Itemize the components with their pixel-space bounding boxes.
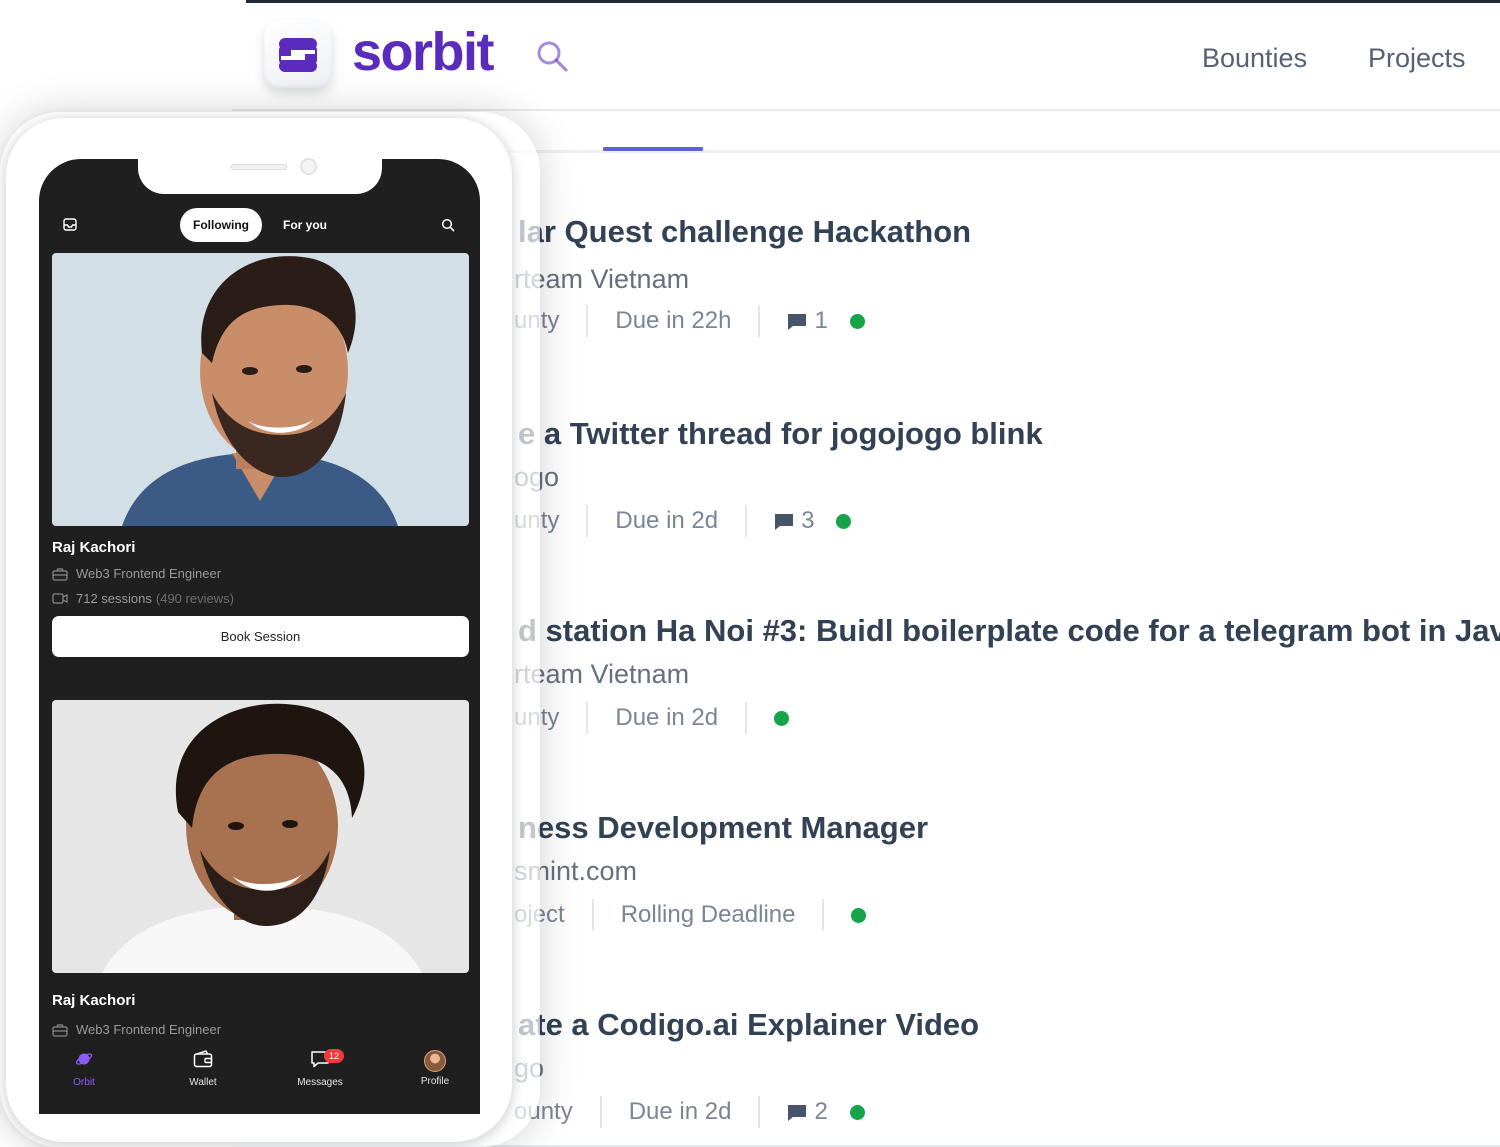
comment-count-value: 1 bbox=[814, 307, 828, 334]
listing-sponsor: rteam Vietnam bbox=[514, 264, 690, 294]
role-text: Web3 Frontend Engineer bbox=[76, 1022, 222, 1037]
mentor-role: Web3 Frontend Engineer bbox=[52, 566, 221, 581]
active-tab-indicator bbox=[603, 147, 703, 151]
divider bbox=[586, 702, 589, 734]
comment-count-value: 2 bbox=[814, 1098, 828, 1125]
avatar bbox=[424, 1050, 446, 1072]
nav-messages[interactable]: Messages bbox=[280, 1050, 360, 1088]
mentor-name[interactable]: Raj Kachori bbox=[52, 992, 135, 1009]
site-header: sorbit Bounties Projects bbox=[232, 3, 1500, 111]
comment-icon bbox=[788, 313, 807, 330]
tab-for-you[interactable]: For you bbox=[283, 218, 327, 232]
listing-meta: unty Due in 2d bbox=[514, 701, 790, 735]
divider bbox=[591, 899, 594, 931]
nav-orbit[interactable]: Orbit bbox=[44, 1050, 124, 1088]
portrait-illustration bbox=[122, 256, 398, 526]
listing-title[interactable]: ness Development Manager bbox=[518, 810, 928, 846]
listing-meta: unty Due in 2d 3 bbox=[514, 504, 852, 538]
listing-meta: oject Rolling Deadline bbox=[514, 898, 867, 932]
status-dot-icon bbox=[849, 313, 865, 329]
listing-due: Rolling Deadline bbox=[620, 901, 796, 928]
listing-title[interactable]: lar Quest challenge Hackathon bbox=[518, 214, 971, 250]
comment-icon bbox=[788, 1104, 807, 1121]
profile-photo[interactable] bbox=[52, 253, 469, 526]
listing-title[interactable]: d station Ha Noi #3: Buidl boilerplate c… bbox=[518, 613, 1500, 649]
divider bbox=[758, 1096, 761, 1128]
nav-label: Profile bbox=[420, 1076, 450, 1087]
tab-following[interactable]: Following bbox=[180, 208, 262, 242]
briefcase-icon bbox=[52, 1023, 68, 1037]
sorbit-logo-icon bbox=[279, 38, 317, 72]
listing-meta: ounty Due in 2d 2 bbox=[514, 1095, 865, 1129]
divider bbox=[586, 305, 589, 337]
status-dot-icon bbox=[836, 513, 852, 529]
portrait-illustration bbox=[102, 703, 422, 973]
comment-count-value: 3 bbox=[801, 507, 815, 534]
nav-label: Messages bbox=[297, 1077, 343, 1088]
role-text: Web3 Frontend Engineer bbox=[76, 566, 222, 581]
profile-photo[interactable] bbox=[52, 700, 469, 973]
divider bbox=[599, 1096, 602, 1128]
listing-meta: unty Due in 22h 1 bbox=[514, 304, 865, 338]
unread-badge: 12 bbox=[324, 1049, 344, 1063]
status-dot-icon bbox=[851, 907, 867, 923]
comment-count[interactable]: 2 bbox=[787, 1098, 828, 1126]
reviews-count: (490 reviews) bbox=[155, 591, 234, 606]
nav-bounties[interactable]: Bounties bbox=[1202, 43, 1307, 74]
inbox-icon[interactable] bbox=[63, 218, 77, 231]
nav-wallet[interactable]: Wallet bbox=[163, 1050, 243, 1088]
divider bbox=[758, 305, 761, 337]
mentor-role: Web3 Frontend Engineer bbox=[52, 1022, 221, 1037]
nav-label: Wallet bbox=[189, 1077, 217, 1088]
listing-title[interactable]: e a Twitter thread for jogojogo blink bbox=[518, 416, 1043, 452]
nav-profile[interactable]: Profile bbox=[395, 1050, 475, 1087]
mentor-sessions: 712 sessions (490 reviews) bbox=[52, 591, 234, 606]
comment-count[interactable]: 1 bbox=[787, 307, 828, 335]
search-icon[interactable] bbox=[441, 218, 455, 232]
status-dot-icon bbox=[849, 1104, 865, 1120]
front-camera bbox=[300, 158, 317, 175]
divider bbox=[745, 505, 748, 537]
listing-title[interactable]: ate a Codigo.ai Explainer Video bbox=[518, 1007, 979, 1043]
book-session-button[interactable]: Book Session bbox=[52, 616, 469, 657]
listing-due: Due in 2d bbox=[628, 1098, 732, 1125]
status-dot-icon bbox=[774, 710, 790, 726]
comment-count[interactable]: 3 bbox=[774, 507, 814, 535]
divider bbox=[745, 702, 748, 734]
video-icon bbox=[52, 593, 68, 604]
briefcase-icon bbox=[52, 567, 68, 581]
search-icon[interactable] bbox=[535, 39, 569, 73]
listing-due: Due in 2d bbox=[615, 507, 719, 534]
logo[interactable] bbox=[264, 20, 332, 88]
nav-label: Orbit bbox=[73, 1077, 95, 1088]
sessions-count: 712 sessions bbox=[76, 591, 152, 606]
comment-icon bbox=[775, 513, 794, 530]
listing-due: Due in 2d bbox=[615, 704, 719, 731]
nav-projects[interactable]: Projects bbox=[1368, 43, 1466, 74]
orbit-icon bbox=[75, 1053, 93, 1065]
listing-sponsor: rteam Vietnam bbox=[514, 659, 690, 689]
speaker-grille bbox=[231, 164, 287, 170]
brand-name[interactable]: sorbit bbox=[352, 21, 495, 83]
mentor-name[interactable]: Raj Kachori bbox=[52, 539, 135, 556]
listing-due: Due in 22h bbox=[615, 307, 732, 334]
divider bbox=[822, 899, 825, 931]
wallet-icon bbox=[193, 1050, 213, 1068]
divider bbox=[586, 505, 589, 537]
